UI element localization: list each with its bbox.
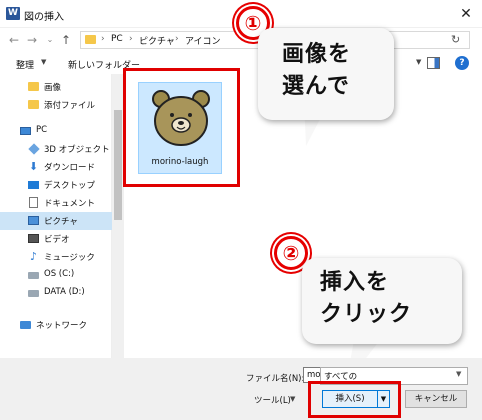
sidebar-item-label: デスクトップ xyxy=(44,181,96,191)
folder-icon xyxy=(85,35,96,44)
sidebar-item-attachments[interactable]: 添付ファイル xyxy=(0,96,112,114)
back-arrow-icon[interactable]: ← xyxy=(6,31,22,49)
download-icon: ⬇ xyxy=(28,160,39,173)
sidebar-item-documents[interactable]: ドキュメント xyxy=(0,194,112,212)
sidebar-item-label: DATA (D:) xyxy=(44,287,85,297)
callout-1-line-1: 画像を xyxy=(282,42,352,67)
sidebar-item-downloads[interactable]: ⬇ ダウンロード xyxy=(0,158,112,176)
sidebar-item-network[interactable]: ネットワーク xyxy=(0,316,112,334)
refresh-icon[interactable]: ↻ xyxy=(451,33,460,46)
sidebar-item-pc[interactable]: PC xyxy=(0,122,112,140)
document-icon xyxy=(29,197,38,208)
sidebar-item-images[interactable]: 画像 xyxy=(0,78,112,96)
pc-icon xyxy=(20,127,31,135)
close-icon[interactable]: ✕ xyxy=(456,4,476,24)
callout-2-line-2: クリック xyxy=(320,302,413,327)
word-app-icon: W xyxy=(6,7,20,20)
folder-icon xyxy=(28,100,39,109)
callout-1: 画像を 選んで xyxy=(258,28,394,120)
sidebar-item-3d-objects[interactable]: 3D オブジェクト xyxy=(0,140,112,158)
sidebar-item-desktop[interactable]: デスクトップ xyxy=(0,176,112,194)
recent-chevron-down-icon[interactable]: ⌄ xyxy=(42,31,58,49)
chevron-down-icon: ▼ xyxy=(290,395,296,403)
tools-button[interactable]: ツール(L) xyxy=(254,394,291,406)
sidebar-item-label: 添付ファイル xyxy=(44,101,96,111)
desktop-icon xyxy=(28,181,39,189)
toolbar: 整理 ▼ 新しいフォルダー ▼ ? xyxy=(0,56,482,74)
breadcrumb-icons[interactable]: アイコン xyxy=(185,34,221,47)
sidebar-item-label: ネットワーク xyxy=(36,321,88,331)
chevron-down-icon: ▼ xyxy=(41,58,47,66)
sidebar-item-label: ビデオ xyxy=(44,235,70,245)
breadcrumb-separator: › xyxy=(175,34,179,44)
chevron-down-icon: ▼ xyxy=(456,370,462,378)
highlight-box-file xyxy=(123,68,240,187)
pictures-icon xyxy=(28,216,39,225)
sidebar-item-label: 3D オブジェクト xyxy=(44,145,110,155)
highlight-box-insert xyxy=(308,381,401,418)
sidebar-scrollbar-thumb[interactable] xyxy=(114,110,122,220)
forward-arrow-icon[interactable]: → xyxy=(24,31,40,49)
sidebar-item-data-d[interactable]: DATA (D:) xyxy=(0,284,112,302)
navigation-pane: 画像 添付ファイル PC 3D オブジェクト ⬇ ダウンロード デスクトップ ド… xyxy=(0,74,112,358)
folder-icon xyxy=(28,82,39,91)
filename-label: ファイル名(N): xyxy=(246,374,305,384)
window-title: 図の挿入 xyxy=(24,12,64,23)
up-arrow-icon[interactable]: ↑ xyxy=(58,31,74,49)
sidebar-item-pictures[interactable]: ピクチャ xyxy=(0,212,112,230)
breadcrumb-separator: › xyxy=(129,34,133,44)
drive-icon xyxy=(28,290,39,297)
preview-pane-icon[interactable] xyxy=(427,57,440,69)
callout-2-line-1: 挿入を xyxy=(320,270,390,295)
breadcrumb-pc[interactable]: PC xyxy=(111,34,123,44)
sidebar-item-os-c[interactable]: OS (C:) xyxy=(0,266,112,284)
sidebar-item-label: ダウンロード xyxy=(44,163,96,173)
drive-icon xyxy=(28,272,39,279)
callout-1-line-2: 選んで xyxy=(282,74,350,99)
sidebar-item-label: PC xyxy=(36,125,48,135)
cancel-button[interactable]: キャンセル xyxy=(405,390,467,408)
sidebar-item-label: 画像 xyxy=(44,83,62,93)
network-icon xyxy=(20,321,31,329)
sidebar-item-music[interactable]: ♪ ミュージック xyxy=(0,248,112,266)
view-options-chevron-down-icon[interactable]: ▼ xyxy=(416,58,421,66)
callout-2: 挿入を クリック xyxy=(302,258,462,344)
breadcrumb-separator: › xyxy=(101,34,105,44)
music-icon: ♪ xyxy=(29,250,38,263)
sidebar-item-label: OS (C:) xyxy=(44,269,75,279)
sidebar-item-label: ミュージック xyxy=(44,253,95,263)
sidebar-item-label: ピクチャ xyxy=(44,217,78,227)
help-icon[interactable]: ? xyxy=(455,56,469,70)
3d-objects-icon xyxy=(28,143,40,155)
sidebar-item-videos[interactable]: ビデオ xyxy=(0,230,112,248)
breadcrumb-pictures[interactable]: ピクチャ xyxy=(139,34,175,47)
organize-button[interactable]: 整理 xyxy=(16,58,34,71)
sidebar-item-label: ドキュメント xyxy=(44,199,96,209)
video-icon xyxy=(28,234,39,243)
